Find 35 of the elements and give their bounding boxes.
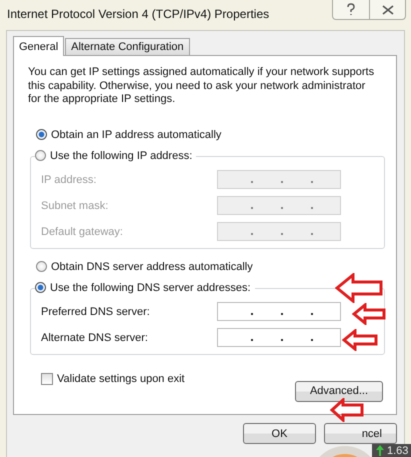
ip-address-field[interactable]	[217, 302, 341, 321]
arrow-icon	[342, 329, 378, 351]
ok-button[interactable]: OK	[243, 423, 316, 444]
tab[interactable]: Alternate Configuration	[65, 38, 190, 55]
arrow-icon	[335, 273, 383, 303]
checkbox[interactable]	[41, 372, 53, 384]
tab[interactable]: General	[13, 36, 64, 56]
speed-reading: 1.63	[387, 444, 408, 456]
advanced-button[interactable]: Advanced...	[295, 380, 383, 402]
field-label: IP address:	[41, 174, 96, 186]
radio-button[interactable]	[36, 261, 47, 272]
radio-label[interactable]: Obtain an IP address automatically	[51, 128, 222, 140]
radio-label[interactable]: Obtain DNS server address automatically	[51, 260, 253, 272]
ip-address-field[interactable]	[217, 170, 341, 189]
ip-address-field[interactable]	[217, 222, 341, 241]
up-arrow-icon	[375, 444, 385, 457]
radio-label[interactable]: Use the following IP address:	[50, 150, 192, 162]
radio-button[interactable]	[35, 150, 46, 161]
checkbox-label[interactable]: Validate settings upon exit	[57, 372, 185, 384]
arrow-icon	[352, 303, 386, 325]
window-title: Internet Protocol Version 4 (TCP/IPv4) Properties	[7, 7, 270, 21]
arrow-icon	[330, 398, 364, 422]
ip-address-field[interactable]	[217, 328, 341, 347]
help-icon	[346, 3, 356, 16]
field-label: Alternate DNS server:	[41, 332, 148, 344]
field-label: Preferred DNS server:	[41, 306, 150, 318]
radio-button[interactable]	[36, 129, 47, 140]
radio-label[interactable]: Use the following DNS server addresses:	[50, 282, 251, 294]
field-label: Default gateway:	[41, 226, 123, 238]
close-icon	[382, 4, 394, 14]
ip-address-field[interactable]	[217, 196, 341, 215]
cancel-button[interactable]: ncel	[324, 423, 397, 444]
radio-button[interactable]	[35, 282, 46, 293]
description-text: You can get IP settings assigned automatically if your network supports this capability. Otherwise, you need to ask your network administrator for the appropriate IP settings.	[28, 66, 376, 106]
field-label: Subnet mask:	[41, 200, 108, 212]
